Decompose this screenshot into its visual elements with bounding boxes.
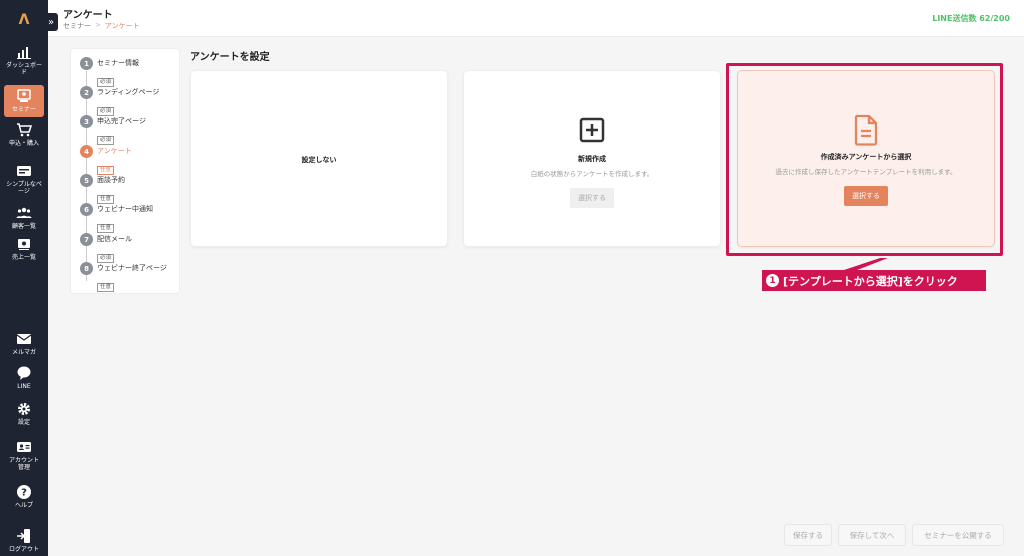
sidebar-item-dashboard[interactable]: ダッシュボード xyxy=(4,44,44,76)
sidebar-item-label: ログアウト xyxy=(8,546,39,553)
sidebar-item-label: メルマガ xyxy=(11,349,36,356)
step-number: 3 xyxy=(80,115,93,128)
sales-icon xyxy=(18,239,30,250)
step-label: セミナー情報 xyxy=(97,59,139,67)
page-title: アンケート xyxy=(63,10,113,21)
sidebar: Λ ダッシュボード セミナー 申込・購入 シンプルなページ 顧客一覧 売上一覧 … xyxy=(0,0,48,556)
line-send-count: LINE送信数 62/200 xyxy=(932,14,1010,23)
callout-number: 1 xyxy=(766,274,779,287)
plus-square-icon xyxy=(464,116,720,144)
sidebar-item-label: 顧客一覧 xyxy=(11,223,36,230)
step-label: 配信メール xyxy=(97,235,132,243)
step-number: 2 xyxy=(80,86,93,99)
breadcrumb-parent[interactable]: セミナー xyxy=(63,21,91,31)
sidebar-item-apply[interactable]: 申込・購入 xyxy=(4,122,44,147)
sidebar-item-label: 申込・購入 xyxy=(8,140,39,147)
step-item-7[interactable]: 7 配信メール 必須 xyxy=(80,233,132,263)
step-item-4[interactable]: 4 アンケート 任意 xyxy=(80,145,132,175)
publish-seminar-button[interactable]: セミナーを公開する xyxy=(912,524,1004,546)
help-icon: ? xyxy=(17,485,31,499)
step-item-2[interactable]: 2 ランディングページ 必須 xyxy=(80,86,159,116)
account-icon xyxy=(17,442,31,452)
sidebar-toggle-button[interactable]: » xyxy=(44,13,58,31)
sidebar-item-label: LINE xyxy=(17,383,31,390)
gear-icon xyxy=(18,403,30,415)
sidebar-item-label: セミナー xyxy=(11,106,36,113)
annotation-callout: 1 [テンプレートから選択]をクリック xyxy=(762,270,986,291)
callout-text: [テンプレートから選択]をクリック xyxy=(783,274,958,288)
step-label: ウェビナー終了ページ xyxy=(97,264,167,272)
step-item-6[interactable]: 6 ウェビナー中通知 任意 xyxy=(80,203,153,233)
sidebar-item-help[interactable]: ? ヘルプ xyxy=(4,484,44,509)
chart-icon xyxy=(17,47,31,59)
sidebar-item-seminar[interactable]: セミナー xyxy=(4,85,44,117)
step-label: 面談予約 xyxy=(97,176,125,184)
sidebar-item-mailmag[interactable]: メルマガ xyxy=(4,331,44,356)
breadcrumb-current: アンケート xyxy=(104,22,140,30)
sidebar-item-logout[interactable]: ログアウト xyxy=(4,528,44,553)
users-icon xyxy=(16,207,32,218)
step-label: ウェビナー中通知 xyxy=(97,205,153,213)
line-icon xyxy=(17,366,31,380)
page-icon xyxy=(17,166,31,176)
card-title: 設定しない xyxy=(301,156,337,164)
mail-icon xyxy=(16,334,32,344)
step-number: 7 xyxy=(80,233,93,246)
sidebar-item-settings[interactable]: 設定 xyxy=(4,401,44,426)
sidebar-item-label: アカウント管理 xyxy=(8,457,39,471)
step-badge: 任意 xyxy=(97,283,115,292)
card-title: 新規作成 xyxy=(578,155,606,163)
logout-icon xyxy=(17,529,30,543)
highlight-box xyxy=(726,63,1003,256)
header: アンケート セミナー > アンケート LINE送信数 62/200 xyxy=(48,0,1024,37)
section-title: アンケートを設定 xyxy=(190,52,270,63)
step-label: 申込完了ページ xyxy=(97,117,146,125)
sidebar-item-line[interactable]: LINE xyxy=(4,365,44,390)
logo-mark: Λ xyxy=(18,12,30,28)
option-card-none[interactable]: 設定しない xyxy=(190,70,448,247)
sidebar-item-label: ヘルプ xyxy=(14,502,33,509)
step-list: 1 セミナー情報 必須 2 ランディングページ 必須 3 申込完了ページ 必須 4 ア… xyxy=(70,48,180,294)
app-logo[interactable]: Λ xyxy=(0,6,48,34)
seminar-icon xyxy=(17,89,31,102)
sidebar-item-label: シンプルなページ xyxy=(6,181,42,195)
step-number: 1 xyxy=(80,57,93,70)
step-label: ランディングページ xyxy=(97,88,160,96)
step-item-3[interactable]: 3 申込完了ページ 必須 xyxy=(80,115,146,145)
svg-text:?: ? xyxy=(21,488,27,499)
step-number: 6 xyxy=(80,203,93,216)
chevron-double-right-icon: » xyxy=(47,16,55,28)
card-description: 白紙の状態からアンケートを作成します。 xyxy=(530,170,654,178)
step-item-1[interactable]: 1 セミナー情報 必須 xyxy=(80,57,139,87)
sidebar-item-account[interactable]: アカウント管理 xyxy=(4,439,44,471)
sidebar-item-label: 売上一覧 xyxy=(11,254,36,261)
save-next-button[interactable]: 保存して次へ xyxy=(838,524,906,546)
breadcrumb-separator: > xyxy=(95,21,101,29)
step-number: 5 xyxy=(80,174,93,187)
step-badge: 任意 xyxy=(97,224,115,233)
cart-icon xyxy=(17,123,32,137)
sidebar-item-sales[interactable]: 売上一覧 xyxy=(4,236,44,261)
step-item-8[interactable]: 8 ウェビナー終了ページ 任意 xyxy=(80,262,167,292)
sidebar-item-label: 設定 xyxy=(17,419,30,426)
step-item-5[interactable]: 5 面談予約 任意 xyxy=(80,174,125,204)
step-label: アンケート xyxy=(97,147,132,155)
sidebar-item-label: ダッシュボード xyxy=(5,62,42,76)
option-card-new[interactable]: 新規作成 白紙の状態からアンケートを作成します。 選択する xyxy=(463,70,721,247)
select-new-button[interactable]: 選択する xyxy=(570,188,614,208)
sidebar-item-simple-page[interactable]: シンプルなページ xyxy=(4,163,44,195)
sidebar-item-customers[interactable]: 顧客一覧 xyxy=(4,205,44,230)
step-badge: 必須 xyxy=(97,136,115,145)
breadcrumb: セミナー > アンケート xyxy=(63,21,140,31)
save-button[interactable]: 保存する xyxy=(784,524,832,546)
step-number: 8 xyxy=(80,262,93,275)
step-number: 4 xyxy=(80,145,93,158)
